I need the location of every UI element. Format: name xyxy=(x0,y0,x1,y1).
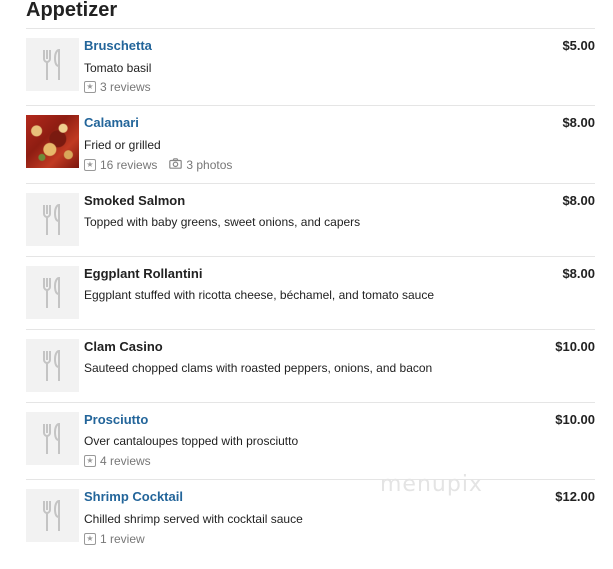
item-thumbnail[interactable] xyxy=(26,193,79,246)
star-icon: ★ xyxy=(84,159,96,171)
item-thumbnail[interactable] xyxy=(26,489,79,542)
menu-item: Smoked Salmon Topped with baby greens, s… xyxy=(26,184,595,257)
star-icon: ★ xyxy=(84,533,96,545)
star-icon: ★ xyxy=(84,81,96,93)
item-price: $10.00 xyxy=(555,412,595,427)
item-name[interactable]: Calamari xyxy=(84,115,139,130)
menu-item: Prosciutto Over cantaloupes topped with … xyxy=(26,403,595,480)
item-description: Tomato basil xyxy=(84,61,152,75)
menu-item: Shrimp Cocktail Chilled shrimp served wi… xyxy=(26,480,595,556)
fork-knife-icon xyxy=(42,203,60,235)
review-count[interactable]: 3 reviews xyxy=(100,80,151,94)
item-thumbnail[interactable] xyxy=(26,266,79,319)
review-count[interactable]: 16 reviews xyxy=(100,158,157,172)
star-icon: ★ xyxy=(84,455,96,467)
menu-item: Calamari Fried or grilled ★ 16 reviews 3… xyxy=(26,106,595,184)
fork-knife-icon xyxy=(42,349,60,381)
item-name[interactable]: Prosciutto xyxy=(84,412,148,427)
item-description: Eggplant stuffed with ricotta cheese, bé… xyxy=(84,288,434,302)
item-photo[interactable] xyxy=(26,115,79,168)
item-thumbnail[interactable] xyxy=(26,339,79,392)
menu-item: Bruschetta Tomato basil ★ 3 reviews $5.0… xyxy=(26,29,595,106)
item-description: Over cantaloupes topped with prosciutto xyxy=(84,434,299,448)
item-meta: ★ 1 review xyxy=(84,532,145,546)
item-name[interactable]: Shrimp Cocktail xyxy=(84,489,183,504)
photo-count[interactable]: 3 photos xyxy=(186,158,232,172)
item-price: $12.00 xyxy=(555,489,595,504)
fork-knife-icon xyxy=(42,48,60,80)
review-count[interactable]: 4 reviews xyxy=(100,454,151,468)
item-price: $5.00 xyxy=(562,38,595,53)
item-name: Eggplant Rollantini xyxy=(84,266,203,281)
item-price: $8.00 xyxy=(562,266,595,281)
item-meta: ★ 3 reviews xyxy=(84,80,151,94)
item-meta: ★ 4 reviews xyxy=(84,454,151,468)
item-name: Clam Casino xyxy=(84,339,163,354)
item-description: Sauteed chopped clams with roasted peppe… xyxy=(84,361,433,375)
item-description: Topped with baby greens, sweet onions, a… xyxy=(84,215,361,229)
item-thumbnail[interactable] xyxy=(26,412,79,465)
item-price: $10.00 xyxy=(555,339,595,354)
item-price: $8.00 xyxy=(562,115,595,130)
menu-item: Clam Casino Sauteed chopped clams with r… xyxy=(26,330,595,403)
menu-item: Eggplant Rollantini Eggplant stuffed wit… xyxy=(26,257,595,330)
fork-knife-icon xyxy=(42,422,60,454)
item-name[interactable]: Bruschetta xyxy=(84,38,152,53)
item-name: Smoked Salmon xyxy=(84,193,186,208)
fork-knife-icon xyxy=(42,499,60,531)
item-description: Chilled shrimp served with cocktail sauc… xyxy=(84,512,303,526)
fork-knife-icon xyxy=(42,276,60,308)
item-price: $8.00 xyxy=(562,193,595,208)
item-thumbnail[interactable] xyxy=(26,38,79,91)
review-count[interactable]: 1 review xyxy=(100,532,145,546)
item-meta: ★ 16 reviews 3 photos xyxy=(84,158,232,172)
camera-icon xyxy=(169,158,183,172)
watermark: menupix xyxy=(380,472,483,497)
section-title: Appetizer xyxy=(26,0,118,21)
item-description: Fried or grilled xyxy=(84,138,161,152)
